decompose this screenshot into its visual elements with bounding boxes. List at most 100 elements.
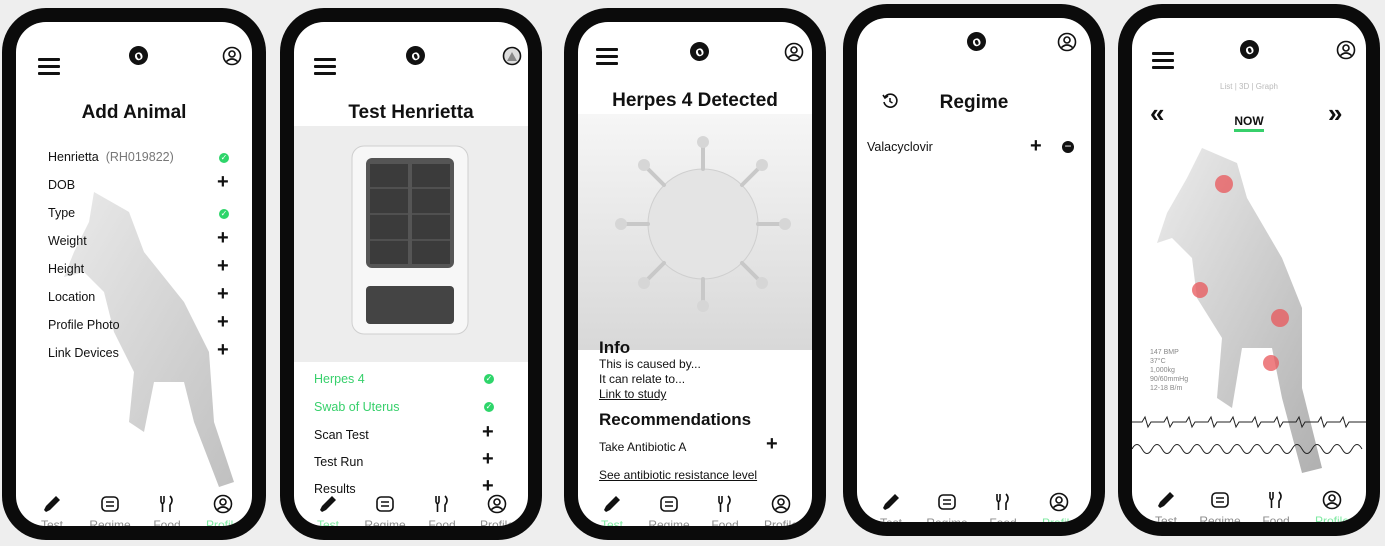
nav-regime[interactable]: Regime: [922, 490, 972, 522]
device-image: [294, 126, 528, 362]
add-icon[interactable]: +: [1030, 136, 1042, 156]
nav-regime[interactable]: Regime: [360, 492, 410, 526]
phone-3d-view: o List | 3D | Graph « » NOW 147 BMP 37°C…: [1118, 4, 1380, 536]
nav-food[interactable]: Food: [142, 492, 192, 526]
account-icon[interactable]: [1057, 32, 1077, 52]
respiration-trace: [1132, 444, 1363, 454]
phone-test: o Test Henrietta Herpes 4 ✓ Swab of Uter…: [280, 8, 542, 540]
field-label: Henrietta: [48, 150, 99, 164]
nav-test[interactable]: Test: [303, 492, 353, 526]
cutlery-icon: [1269, 491, 1282, 508]
menu-icon[interactable]: [314, 58, 336, 76]
app-logo: o: [1237, 37, 1262, 62]
nav-profile[interactable]: Profile: [198, 492, 248, 526]
nav-food[interactable]: Food: [417, 492, 467, 526]
temperature: 37°C: [1150, 358, 1166, 365]
regime-icon: [938, 494, 956, 510]
test-tube-icon: [883, 494, 899, 510]
avatar-icon[interactable]: [502, 46, 522, 66]
nav-regime[interactable]: Regime: [644, 492, 694, 526]
weight: 1,000kg: [1150, 367, 1175, 374]
account-icon[interactable]: [1336, 40, 1356, 60]
menu-icon[interactable]: [1152, 52, 1174, 70]
field-height[interactable]: Height: [48, 262, 84, 276]
nav-food[interactable]: Food: [1251, 488, 1301, 522]
app-logo: o: [126, 43, 151, 68]
screen-regime: o Regime Valacyclovir + − Test Regime: [857, 18, 1091, 522]
field-dob[interactable]: DOB: [48, 178, 75, 192]
step-herpes[interactable]: Herpes 4: [314, 372, 365, 386]
add-icon[interactable]: +: [217, 340, 229, 360]
regime-icon: [101, 496, 119, 512]
add-icon[interactable]: +: [482, 422, 494, 442]
check-icon: ✓: [484, 374, 494, 384]
step-swab[interactable]: Swab of Uterus: [314, 400, 399, 414]
app-logo: o: [964, 29, 989, 54]
phone-detected: o Herpes 4 Detected Info This is caused …: [564, 8, 826, 540]
test-tube-icon: [604, 496, 620, 512]
recommendation-item[interactable]: Take Antibiotic A: [599, 440, 686, 454]
field-name[interactable]: Henrietta (RH019822): [48, 150, 174, 164]
account-icon[interactable]: [784, 42, 804, 62]
app-logo: o: [687, 39, 712, 64]
nav-food[interactable]: Food: [700, 492, 750, 526]
field-type[interactable]: Type: [48, 206, 75, 220]
add-icon[interactable]: +: [482, 449, 494, 469]
regime-icon: [1211, 492, 1229, 508]
field-link-devices[interactable]: Link Devices: [48, 346, 119, 360]
virus-illustration: [615, 136, 791, 312]
field-id: (RH019822): [105, 150, 174, 164]
nav-profile[interactable]: Profile: [1307, 488, 1357, 522]
nav-regime[interactable]: Regime: [1195, 488, 1245, 522]
field-weight[interactable]: Weight: [48, 234, 87, 248]
menu-icon[interactable]: [596, 48, 618, 66]
add-icon[interactable]: +: [217, 228, 229, 248]
step-test-run[interactable]: Test Run: [314, 455, 363, 469]
nav-test[interactable]: Test: [866, 490, 916, 522]
regime-item[interactable]: Valacyclovir: [867, 140, 933, 154]
nav-test[interactable]: Test: [1141, 488, 1191, 522]
nav-profile[interactable]: Profile: [1034, 490, 1084, 522]
screen-add-animal: o Add Animal Henrietta (RH019822) ✓ DOB …: [16, 22, 252, 526]
study-link[interactable]: Link to study: [599, 387, 666, 401]
test-device-illustration: [351, 145, 469, 335]
view-toggle[interactable]: List | 3D | Graph: [1132, 82, 1366, 91]
remove-icon[interactable]: −: [1062, 140, 1074, 153]
nav-profile[interactable]: Profile: [756, 492, 806, 526]
blood-pressure: 90/60mmHg: [1150, 376, 1189, 383]
breath-rate: 12-18 B/m: [1150, 385, 1183, 392]
heart-rate: 147 BMP: [1150, 349, 1179, 356]
page-title: Test Henrietta: [348, 102, 474, 123]
phone-regime: o Regime Valacyclovir + − Test Regime: [843, 4, 1105, 536]
profile-icon: [213, 494, 233, 514]
page-title: Regime: [939, 92, 1009, 113]
add-icon[interactable]: +: [766, 434, 778, 454]
nav-regime[interactable]: Regime: [85, 492, 135, 526]
field-profile-photo[interactable]: Profile Photo: [48, 318, 120, 332]
virus-image: [578, 114, 812, 350]
account-icon[interactable]: [222, 46, 242, 66]
regime-icon: [660, 496, 678, 512]
nav-profile[interactable]: Profile: [472, 492, 522, 526]
add-icon[interactable]: +: [217, 256, 229, 276]
menu-icon[interactable]: [38, 58, 60, 76]
step-scan[interactable]: Scan Test: [314, 428, 369, 442]
page-title: Add Animal: [81, 102, 187, 123]
resistance-link[interactable]: See antibiotic resistance level: [599, 468, 757, 482]
bottom-nav: Test Regime Food Profile: [294, 492, 528, 526]
nav-test[interactable]: Test: [587, 492, 637, 526]
regime-icon: [376, 496, 394, 512]
now-label[interactable]: NOW: [1132, 114, 1366, 132]
nav-test[interactable]: Test: [27, 492, 77, 526]
field-location[interactable]: Location: [48, 290, 95, 304]
profile-icon: [1322, 490, 1342, 510]
add-icon[interactable]: +: [217, 284, 229, 304]
nav-food[interactable]: Food: [978, 490, 1028, 522]
bottom-nav: Test Regime Food Profile: [857, 490, 1091, 522]
now-text: NOW: [1234, 114, 1264, 132]
add-icon[interactable]: +: [217, 312, 229, 332]
bottom-nav: Test Regime Food Profile: [578, 492, 812, 526]
cutlery-icon: [996, 493, 1009, 510]
add-icon[interactable]: +: [217, 172, 229, 192]
check-icon: ✓: [219, 209, 229, 219]
